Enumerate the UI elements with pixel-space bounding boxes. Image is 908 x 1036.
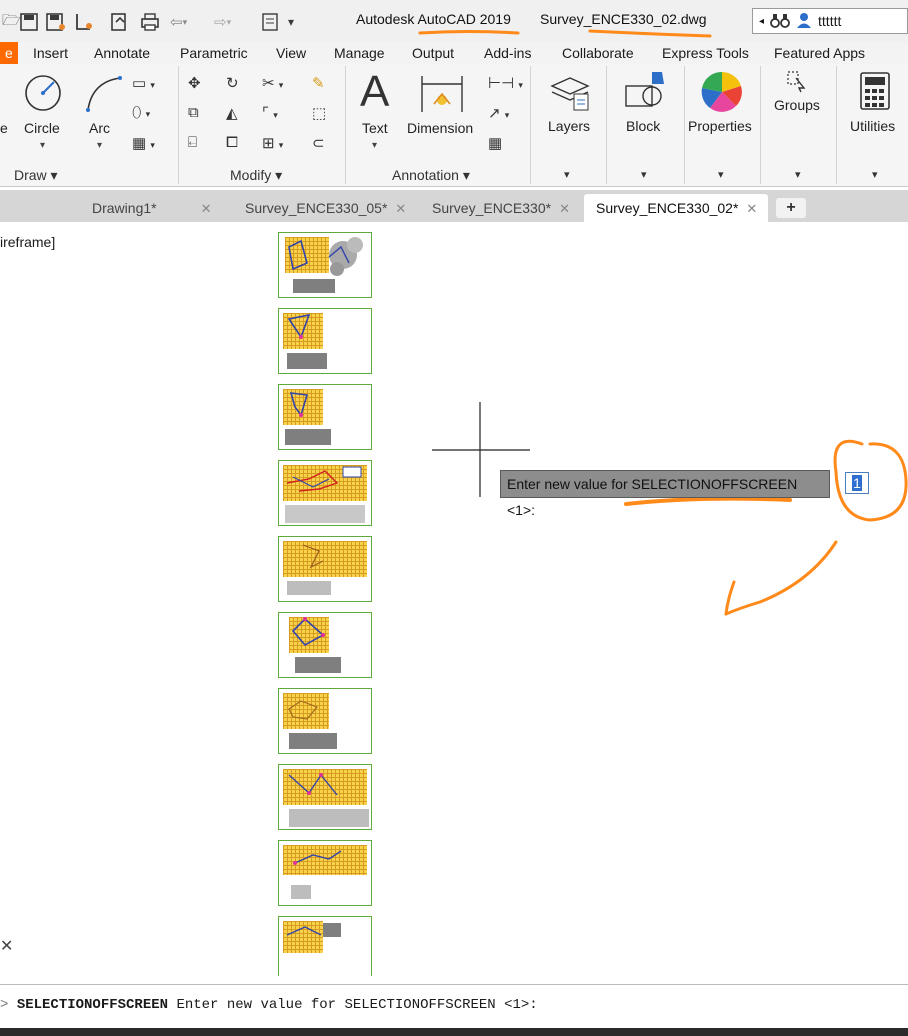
properties-icon[interactable] [700, 70, 744, 117]
layout-thumbnail[interactable] [278, 840, 372, 906]
tab-manage[interactable]: Manage [334, 42, 385, 64]
command-line[interactable]: > SELECTIONOFFSCREEN Enter new value for… [0, 984, 908, 1029]
properties-dropdown-icon[interactable]: ▾ [718, 164, 724, 186]
tab-collaborate[interactable]: Collaborate [562, 42, 634, 64]
ucs-icon-partial: ✕ [0, 938, 14, 955]
layout-thumbnail[interactable] [278, 232, 372, 298]
command-name: SELECTIONOFFSCREEN [16, 997, 169, 1013]
draw-panel-title[interactable]: Draw ▾ [14, 164, 58, 186]
dimension-button-label[interactable]: Dimension [407, 120, 473, 136]
doc-tab-drawing1[interactable]: Drawing1* ✕ [92, 194, 212, 222]
doc-tab-survey-02[interactable]: Survey_ENCE330_02* ✕ [584, 194, 768, 222]
tab-add-ins[interactable]: Add-ins [484, 42, 531, 64]
hatch-ellipse-icon[interactable]: ⬯ ▾ [132, 104, 150, 121]
table-icon[interactable]: ▦ [488, 134, 502, 152]
erase-icon[interactable]: ✎ [312, 74, 325, 92]
trim-icon[interactable]: ✂ ▾ [262, 74, 283, 92]
block-button-label[interactable]: Block [626, 118, 660, 134]
text-button-label[interactable]: Text [362, 120, 388, 136]
layers-button-label[interactable]: Layers [548, 118, 590, 134]
tab-insert[interactable]: Insert [33, 42, 68, 64]
modify-panel-title[interactable]: Modify ▾ [230, 164, 282, 186]
new-tab-button[interactable]: + [776, 198, 806, 218]
tab-home[interactable]: e [0, 42, 18, 64]
layout-thumbnail[interactable] [278, 688, 372, 754]
utilities-icon[interactable] [860, 72, 890, 113]
offset-icon[interactable]: ⊂ [312, 134, 325, 152]
close-icon[interactable]: ✕ [746, 201, 757, 216]
mirror-icon[interactable]: ◭ [226, 104, 238, 122]
status-bar [0, 1028, 908, 1036]
scale-icon[interactable]: ⧠ [226, 134, 238, 151]
text-dropdown-icon[interactable]: ▾ [372, 140, 377, 151]
block-icon[interactable] [624, 70, 668, 117]
dynamic-input-prompt: Enter new value for SELECTIONOFFSCREEN <… [500, 470, 830, 518]
text-icon[interactable]: A [360, 70, 389, 114]
linear-dimension-icon[interactable]: ⊢⊣ ▾ [488, 74, 523, 92]
rotate-icon[interactable]: ↻ [226, 74, 239, 92]
hand-drawn-underline [418, 29, 712, 38]
arc-icon[interactable] [84, 74, 124, 117]
dynamic-input-field[interactable]: 1 [845, 472, 869, 494]
command-message: Enter new value for SELECTIONOFFSCREEN <… [176, 997, 538, 1013]
close-icon[interactable]: ✕ [559, 201, 570, 216]
circle-icon[interactable] [24, 74, 62, 115]
arc-dropdown-icon[interactable]: ▾ [97, 140, 102, 151]
drawing-canvas[interactable]: ireframe] ✕ [0, 222, 908, 984]
groups-icon[interactable] [786, 70, 808, 97]
layout-thumbnail[interactable] [278, 612, 372, 678]
tab-annotate[interactable]: Annotate [94, 42, 150, 64]
document-tab-bar: Drawing1* ✕ Survey_ENCE330_05* ✕ Survey_EN… [0, 190, 908, 222]
tab-express-tools[interactable]: Express Tools [662, 42, 749, 64]
command-history-line: > SELECTIONOFFSCREEN Enter new value for… [0, 997, 538, 1013]
layout-thumbnail[interactable] [278, 536, 372, 602]
fillet-icon[interactable]: ⌜ ▾ [262, 104, 278, 122]
utilities-dropdown-icon[interactable]: ▾ [872, 164, 878, 186]
line-button-label[interactable]: e [0, 120, 8, 136]
move-icon[interactable]: ✥ [188, 74, 201, 92]
properties-button-label[interactable]: Properties [688, 118, 752, 134]
ribbon-panel: e Circle ▾ Arc ▾ ▭ ▾ ⬯ ▾ ▦ ▾ Draw ▾ ✥ ↻ … [0, 64, 908, 187]
array-icon[interactable]: ⊞ ▾ [262, 134, 283, 152]
hand-drawn-circle-arrow [724, 439, 908, 616]
close-icon[interactable]: ✕ [201, 201, 212, 216]
circle-dropdown-icon[interactable]: ▾ [40, 140, 45, 151]
copy-icon[interactable]: ⧉ [188, 104, 199, 121]
groups-dropdown-icon[interactable]: ▾ [795, 164, 801, 186]
rectangle-icon[interactable]: ▭ ▾ [132, 74, 155, 92]
hatch-icon[interactable]: ▦ ▾ [132, 134, 155, 152]
tab-view[interactable]: View [276, 42, 306, 64]
stretch-icon[interactable]: ⍇ [188, 134, 197, 151]
explode-icon[interactable]: ⬚ [312, 104, 326, 122]
doc-tab-survey-05[interactable]: Survey_ENCE330_05* ✕ [245, 194, 406, 222]
layout-thumbnail[interactable] [278, 384, 372, 450]
layers-dropdown-icon[interactable]: ▾ [564, 164, 570, 186]
layout-thumbnail[interactable] [278, 308, 372, 374]
tab-featured-apps[interactable]: Featured Apps [774, 42, 865, 64]
leader-icon[interactable]: ↗ ▾ [488, 104, 509, 122]
doc-tab-survey[interactable]: Survey_ENCE330* ✕ [432, 194, 570, 222]
circle-button-label[interactable]: Circle [24, 120, 60, 136]
close-icon[interactable]: ✕ [395, 201, 406, 216]
layers-icon[interactable] [548, 70, 592, 117]
layout-thumbnail[interactable] [278, 460, 372, 526]
arc-button-label[interactable]: Arc [89, 120, 110, 136]
viewport-label[interactable]: ireframe] [0, 234, 55, 250]
block-dropdown-icon[interactable]: ▾ [641, 164, 647, 186]
dimension-icon[interactable] [420, 74, 464, 117]
tab-parametric[interactable]: Parametric [180, 42, 248, 64]
tab-output[interactable]: Output [412, 42, 454, 64]
annotation-panel-title[interactable]: Annotation ▾ [392, 164, 470, 186]
utilities-button-label[interactable]: Utilities [850, 118, 895, 134]
layout-thumbnail[interactable] [278, 764, 372, 830]
title-bar: 🗁 ⇦ ▾ ⇨ ▾ ▾ Autodesk AutoCAD 2019 Survey… [0, 0, 908, 42]
layout-thumbnail[interactable] [278, 916, 372, 976]
ribbon-tab-bar: e Insert Annotate Parametric View Manage… [0, 42, 908, 65]
groups-button-label[interactable]: Groups [774, 97, 820, 113]
